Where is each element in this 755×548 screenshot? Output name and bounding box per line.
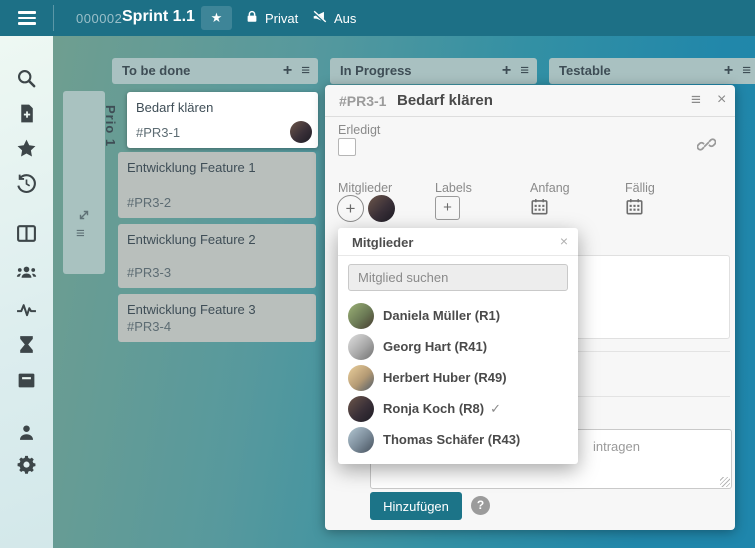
resize-handle[interactable] [720, 477, 730, 487]
card-pr3-4[interactable]: Entwicklung Feature 3 #PR3-4 [118, 294, 316, 342]
activity-icon[interactable] [16, 299, 37, 320]
avatar [348, 427, 374, 453]
board-canvas: Prio 1 ≡ To be done + ≡ In Progress + ≡ Te… [53, 36, 755, 548]
avatar [348, 334, 374, 360]
star-icon[interactable] [16, 138, 37, 159]
card-id: #PR3-3 [127, 265, 171, 280]
members-popup-header: Mitglieder × [338, 228, 578, 256]
list-title: Testable [559, 63, 611, 78]
history-icon[interactable] [16, 173, 37, 194]
card-id: #PR3-1 [136, 125, 180, 140]
avatar [348, 396, 374, 422]
comment-placeholder: intragen [593, 439, 640, 454]
add-card-icon[interactable]: + [502, 58, 511, 84]
help-icon[interactable]: ? [471, 496, 490, 515]
list-header-to-be-done[interactable]: To be done + ≡ [112, 58, 318, 84]
members-popup-title: Mitglieder [352, 235, 413, 250]
board-columns-icon[interactable] [16, 223, 37, 244]
member-name: Thomas Schäfer (R43) [383, 432, 520, 447]
member-row-daniela[interactable]: Daniela Müller (R1) [338, 300, 578, 331]
calendar-icon[interactable] [626, 198, 643, 215]
topbar-divider [53, 5, 54, 31]
search-icon[interactable] [16, 68, 37, 89]
star-icon: ★ [211, 10, 223, 25]
avatar[interactable] [290, 121, 312, 143]
card-pr3-1[interactable]: Bedarf klären #PR3-1 [127, 92, 318, 148]
avatar[interactable] [368, 195, 395, 222]
member-search-input[interactable] [348, 264, 568, 291]
member-row-georg[interactable]: Georg Hart (R41) [338, 331, 578, 362]
list-menu-icon[interactable]: ≡ [301, 58, 310, 84]
member-name: Herbert Huber (R49) [383, 370, 507, 385]
user-icon[interactable] [16, 422, 37, 443]
labels-field-label: Labels [435, 181, 472, 195]
list-header-in-progress[interactable]: In Progress + ≡ [330, 58, 537, 84]
avatar [348, 303, 374, 329]
close-icon[interactable]: × [717, 91, 726, 109]
member-name: Georg Hart (R41) [383, 339, 487, 354]
avatar [348, 365, 374, 391]
add-comment-button[interactable]: Hinzufügen [370, 492, 462, 520]
privacy-toggle[interactable]: Privat [245, 0, 298, 36]
add-card-icon[interactable]: + [724, 58, 733, 84]
sidebar [0, 36, 53, 548]
done-label: Erledigt [338, 123, 380, 137]
board-title: Sprint 1.1 [122, 8, 195, 26]
announcement-label: Aus [334, 11, 356, 26]
list-header-testable[interactable]: Testable + ≡ [549, 58, 755, 84]
add-label-button[interactable]: + [435, 196, 460, 220]
member-row-thomas[interactable]: Thomas Schäfer (R43) [338, 424, 578, 455]
members-icon[interactable] [16, 261, 37, 282]
card-title: Entwicklung Feature 1 [127, 160, 256, 175]
megaphone-off-icon [311, 9, 328, 28]
archive-icon[interactable] [16, 370, 37, 391]
list-title: In Progress [340, 63, 412, 78]
star-button[interactable]: ★ [201, 6, 232, 30]
swimlane-menu-icon[interactable]: ≡ [76, 225, 85, 242]
card-pr3-3[interactable]: Entwicklung Feature 2 #PR3-3 [118, 224, 316, 288]
card-pr3-2[interactable]: Entwicklung Feature 1 #PR3-2 [118, 152, 316, 218]
add-card-icon[interactable]: + [283, 58, 292, 84]
card-title: Entwicklung Feature 3 [127, 302, 256, 317]
calendar-icon[interactable] [531, 198, 548, 215]
board-number: 000002 [76, 11, 122, 26]
check-icon: ✓ [490, 401, 501, 417]
done-checkbox[interactable] [338, 138, 356, 156]
member-row-herbert[interactable]: Herbert Huber (R49) [338, 362, 578, 393]
collapse-icon[interactable] [78, 209, 90, 224]
swimlane-prio-1[interactable]: Prio 1 ≡ [63, 91, 105, 274]
announcement-toggle[interactable]: Aus [311, 0, 356, 36]
card-title: Entwicklung Feature 2 [127, 232, 256, 247]
add-document-icon[interactable] [16, 103, 37, 124]
privacy-label: Privat [265, 11, 298, 26]
member-list: Daniela Müller (R1) Georg Hart (R41) Her… [338, 300, 578, 455]
hourglass-icon[interactable] [16, 334, 37, 355]
topbar: 000002 Sprint 1.1 ★ Privat Aus [0, 0, 755, 36]
add-member-button[interactable]: + [337, 195, 364, 222]
card-detail-id: #PR3-1 [339, 93, 386, 109]
member-name: Daniela Müller (R1) [383, 308, 500, 323]
close-icon[interactable]: × [560, 233, 568, 249]
lock-icon [245, 9, 259, 27]
list-menu-icon[interactable]: ≡ [520, 58, 529, 84]
menu-icon[interactable] [18, 11, 36, 25]
card-detail-title: Bedarf klären [397, 92, 493, 109]
member-name: Ronja Koch (R8) [383, 401, 484, 416]
app-window: 000002 Sprint 1.1 ★ Privat Aus [0, 0, 755, 548]
swimlane-label: Prio 1 [76, 105, 118, 147]
due-field-label: Fällig [625, 181, 655, 195]
members-popup: Mitglieder × Daniela Müller (R1) Georg H… [338, 228, 578, 464]
link-icon[interactable] [697, 135, 716, 157]
list-menu-icon[interactable]: ≡ [742, 58, 751, 84]
card-menu-icon[interactable]: ≡ [691, 90, 701, 110]
list-title: To be done [122, 63, 190, 78]
card-id: #PR3-4 [127, 319, 171, 334]
card-detail-header: #PR3-1 Bedarf klären ≡ × [325, 85, 735, 117]
start-field-label: Anfang [530, 181, 570, 195]
card-title: Bedarf klären [136, 100, 213, 115]
settings-icon[interactable] [16, 454, 37, 475]
members-field-label: Mitglieder [338, 181, 392, 195]
member-row-ronja[interactable]: Ronja Koch (R8) ✓ [338, 393, 578, 424]
card-id: #PR3-2 [127, 195, 171, 210]
